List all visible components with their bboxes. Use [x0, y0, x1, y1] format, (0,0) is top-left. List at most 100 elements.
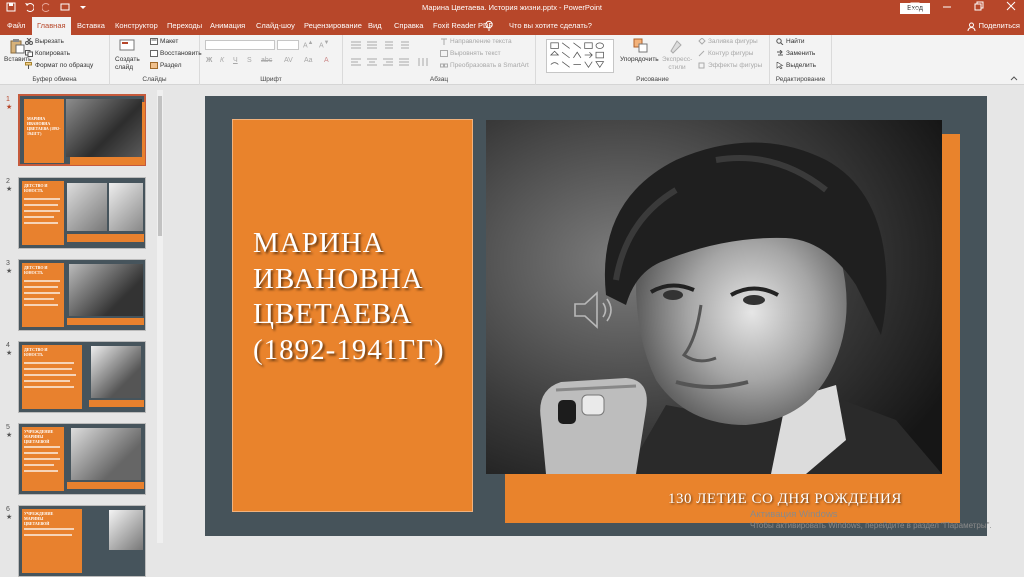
drawing-group: Упорядочить Экспресс-стили Заливка фигур… [536, 35, 770, 85]
slide-thumbnail-5[interactable]: УЧРЕЖДЕНИЕ МАРИНЫ ЦВЕТАЕВОЙ [18, 423, 146, 495]
title-line: МАРИНА [253, 227, 385, 259]
animation-star-icon: ★ [6, 186, 13, 193]
slide-title[interactable]: МАРИНА ИВАНОВНА ЦВЕТАЕВА (1892-1941ГГ) [253, 226, 473, 368]
italic-button[interactable]: К [220, 57, 224, 64]
thumb-caption-bar [67, 318, 144, 325]
shapes-gallery[interactable] [546, 39, 614, 73]
replace-button[interactable]: Заменить [776, 49, 815, 57]
arrange-button[interactable]: Упорядочить [620, 56, 659, 63]
slide-canvas[interactable]: МАРИНА ИВАНОВНА ЦВЕТАЕВА (1892-1941ГГ) 1… [205, 96, 987, 536]
tab-view[interactable]: Вид [363, 17, 387, 35]
smartart-button[interactable]: Преобразовать в SmartArt [440, 62, 529, 69]
editing-group-label: Редактирование [775, 76, 826, 83]
editing-group: Найти Заменить Выделить Редактирование [770, 35, 832, 85]
replace-icon [776, 49, 784, 57]
ribbon-display-icon[interactable] [910, 1, 920, 13]
slide-thumbnail-3[interactable]: ДЕТСТВО И ЮНОСТЬ [18, 259, 146, 331]
tab-review[interactable]: Рецензирование [299, 17, 367, 35]
reset-button[interactable]: Восстановить [150, 50, 202, 57]
thumb-text-line [24, 216, 54, 218]
thumb-caption-bar [67, 482, 144, 489]
change-case-button[interactable]: Aa [304, 57, 313, 64]
new-slide-icon [119, 39, 135, 51]
slide-caption[interactable]: 130 ЛЕТИЕ СО ДНЯ РОЖДЕНИЯ [668, 491, 968, 508]
align-buttons-icons[interactable] [349, 57, 439, 67]
thumb-num: 2 [6, 178, 10, 185]
font-grow-button[interactable]: A▲ [303, 40, 313, 49]
collapse-ribbon-icon[interactable] [1010, 75, 1018, 81]
portrait-illustration [486, 120, 942, 474]
ribbon-tabs: Файл Главная Вставка Конструктор Переход… [0, 17, 1024, 35]
tab-design[interactable]: Конструктор [110, 17, 163, 35]
shape-outline-button[interactable]: Контур фигуры [698, 50, 753, 57]
align-text-label: Выровнять текст [450, 50, 501, 58]
slide-thumbnail-2[interactable]: ДЕТСТВО И ЮНОСТЬ [18, 177, 146, 249]
font-size-input[interactable] [277, 40, 299, 50]
thumb-num: 3 [6, 260, 10, 267]
quick-styles-button[interactable]: Экспресс-стили [662, 56, 692, 72]
restore-icon[interactable] [974, 1, 984, 13]
section-button[interactable]: Раздел [150, 62, 181, 69]
thumb-photo [71, 428, 141, 480]
thumb-text-line [24, 304, 58, 306]
share-label: Поделиться [978, 21, 1020, 30]
effects-icon [698, 62, 706, 69]
thumb-text-line [24, 380, 70, 382]
arrange-icon [633, 38, 648, 53]
slide-thumbnail-1[interactable]: МАРИНА ИВАНОВНА ЦВЕТАЕВА (1892-1941ГГ) [18, 94, 146, 166]
tab-animations[interactable]: Анимация [205, 17, 250, 35]
format-painter-button[interactable]: Формат по образцу [25, 62, 93, 69]
font-shrink-button[interactable]: A▼ [319, 40, 329, 49]
cut-button[interactable]: Вырезать [25, 37, 64, 46]
tell-me-search[interactable]: Что вы хотите сделать? [504, 17, 597, 35]
thumbnails-scrollbar[interactable] [157, 90, 163, 543]
tab-slideshow[interactable]: Слайд-шоу [251, 17, 300, 35]
align-text-button[interactable]: Выровнять текст [440, 50, 501, 57]
scissors-icon [25, 37, 33, 45]
select-button[interactable]: Выделить [776, 61, 816, 70]
text-direction-button[interactable]: Направление текста [440, 38, 512, 45]
copy-button[interactable]: Копировать [25, 50, 70, 57]
layout-button[interactable]: Макет [150, 38, 178, 45]
list-buttons-icons[interactable] [349, 40, 415, 50]
thumb-photo [109, 510, 143, 550]
speaker-icon[interactable] [573, 290, 617, 330]
new-slide-button[interactable]: Создать слайд [115, 56, 145, 72]
char-spacing-button[interactable]: AV [284, 57, 293, 64]
smartart-label: Преобразовать в SmartArt [450, 62, 529, 70]
tab-home[interactable]: Главная [32, 17, 71, 35]
slide-thumbnail-6[interactable]: УЧРЕЖДЕНИЕ МАРИНЫ ЦВЕТАЕВОЙ [18, 505, 146, 577]
find-button[interactable]: Найти [776, 38, 805, 46]
shape-effects-button[interactable]: Эффекты фигуры [698, 62, 762, 69]
select-label: Выделить [786, 62, 816, 70]
clipboard-group: Вставить Вырезать Копировать Формат по о… [0, 35, 110, 85]
font-family-input[interactable] [205, 40, 275, 50]
tab-file[interactable]: Файл [2, 17, 30, 35]
font-color-button[interactable]: A [324, 57, 329, 64]
tab-help[interactable]: Справка [389, 17, 428, 35]
thumb-num: 5 [6, 424, 10, 431]
underline-button[interactable]: Ч [233, 57, 238, 64]
cut-label: Вырезать [35, 38, 64, 46]
tab-insert[interactable]: Вставка [72, 17, 110, 35]
tab-transitions[interactable]: Переходы [162, 17, 207, 35]
portrait-photo[interactable] [486, 120, 942, 474]
thumb-text-line [24, 386, 74, 388]
shape-fill-button[interactable]: Заливка фигуры [698, 37, 758, 45]
share-button[interactable]: Поделиться [967, 17, 1020, 35]
thumb-text-line [24, 452, 58, 454]
thumb-text-line [24, 298, 54, 300]
thumb-text-line [24, 534, 72, 536]
minimize-icon[interactable] [942, 1, 952, 13]
shadow-button[interactable]: S [247, 57, 252, 64]
thumb-number: 6 ★ [6, 506, 12, 522]
brush-icon [25, 62, 33, 69]
thumb-title: ДЕТСТВО И ЮНОСТЬ [24, 347, 48, 357]
animation-star-icon: ★ [6, 350, 13, 357]
close-icon[interactable] [1006, 1, 1016, 13]
bold-button[interactable]: Ж [206, 57, 212, 64]
window-title: Марина Цветаева. История жизни.pptx - Po… [422, 3, 602, 12]
strikethrough-button[interactable]: abc [261, 57, 272, 64]
slide-thumbnail-4[interactable]: ДЕТСТВО И ЮНОСТЬ [18, 341, 146, 413]
scroll-thumb[interactable] [158, 96, 162, 236]
